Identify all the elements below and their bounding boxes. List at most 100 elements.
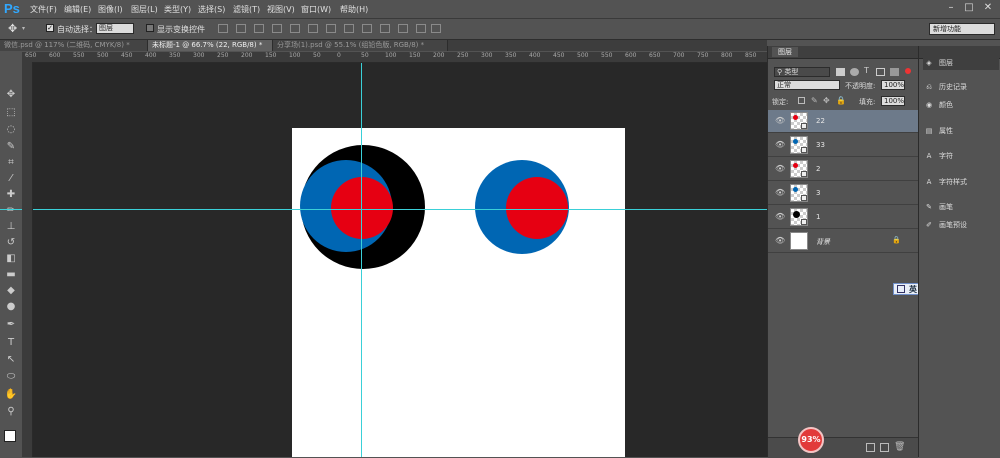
side-item-color[interactable]: ◉ 颜色 xyxy=(923,98,999,112)
hand-tool-icon[interactable]: ✋ xyxy=(4,388,18,402)
gradient-tool-icon[interactable]: ▬ xyxy=(4,268,18,282)
chevron-down-icon[interactable]: ▾ xyxy=(22,25,25,32)
layer-row-33[interactable]: 👁 33 xyxy=(768,134,918,157)
align-hcenter-icon[interactable] xyxy=(290,24,300,33)
distribute-bottom-icon[interactable] xyxy=(362,24,372,33)
distribute-top-icon[interactable] xyxy=(326,24,336,33)
quick-select-tool-icon[interactable]: ✎ xyxy=(4,140,18,154)
eye-icon[interactable]: 👁 xyxy=(775,141,785,149)
crop-tool-icon[interactable]: ⌗ xyxy=(4,156,18,170)
close-button[interactable]: ✕ xyxy=(983,3,993,13)
eye-icon[interactable]: 👁 xyxy=(775,189,785,197)
path-select-tool-icon[interactable]: ↖ xyxy=(4,353,18,367)
align-vcenter-icon[interactable] xyxy=(236,24,246,33)
side-item-brush[interactable]: ✎ 画笔 xyxy=(923,200,999,214)
side-item-character-style[interactable]: A 字符样式 xyxy=(923,175,999,189)
lock-transparent-icon[interactable] xyxy=(798,97,805,104)
filter-adjust-icon[interactable] xyxy=(850,68,859,76)
eye-icon[interactable]: 👁 xyxy=(775,117,785,125)
stamp-tool-icon[interactable]: ⊥ xyxy=(4,220,18,234)
side-item-history[interactable]: ⎌ 历史记录 xyxy=(923,80,999,94)
menu-help[interactable]: 帮助(H) xyxy=(340,4,368,15)
ime-language[interactable]: 英 xyxy=(909,284,917,295)
blend-mode-select[interactable]: 正常 xyxy=(774,80,840,90)
tab-share[interactable]: 分享场(1).psd @ 55.1% (组铅色版, RGB/8) * xyxy=(273,40,448,51)
layer-row-2[interactable]: 👁 2 xyxy=(768,158,918,181)
history-brush-tool-icon[interactable]: ↺ xyxy=(4,236,18,250)
lock-pixels-icon[interactable]: ✎ xyxy=(811,96,818,105)
distribute-vcenter-icon[interactable] xyxy=(344,24,354,33)
align-bottom-icon[interactable] xyxy=(254,24,264,33)
workspace-select[interactable]: 新增功能 xyxy=(929,23,995,35)
pen-tool-icon[interactable]: ✒ xyxy=(4,318,18,332)
menu-edit[interactable]: 编辑(E) xyxy=(64,4,91,15)
auto-select-target-select[interactable]: 图层 xyxy=(96,23,134,34)
vertical-guide[interactable] xyxy=(361,63,362,457)
opacity-field[interactable]: 100% xyxy=(881,80,905,90)
auto-select-checkbox[interactable]: ✓ xyxy=(46,24,54,32)
distribute-hcenter-icon[interactable] xyxy=(398,24,408,33)
menu-window[interactable]: 窗口(W) xyxy=(301,4,331,15)
dodge-tool-icon[interactable]: ● xyxy=(4,300,18,314)
maximize-button[interactable]: □ xyxy=(964,3,974,13)
filter-smart-icon[interactable] xyxy=(890,68,899,76)
delete-layer-icon[interactable]: 🗑 xyxy=(894,442,905,452)
tab-untitled[interactable]: 未标题-1 @ 66.7% (22, RGB/8) * xyxy=(148,40,273,51)
shape-tool-icon[interactable]: ⬭ xyxy=(4,370,18,384)
lock-position-icon[interactable]: ✥ xyxy=(823,96,830,105)
zoom-badge[interactable]: 93% xyxy=(798,427,824,453)
menu-view[interactable]: 视图(V) xyxy=(267,4,295,15)
eyedropper-tool-icon[interactable]: ⁄ xyxy=(4,172,18,186)
fill-field[interactable]: 100% xyxy=(881,96,905,106)
menu-select[interactable]: 选择(S) xyxy=(198,4,225,15)
distribute-right-icon[interactable] xyxy=(416,24,426,33)
menu-filter[interactable]: 滤镜(T) xyxy=(233,4,260,15)
align-top-icon[interactable] xyxy=(218,24,228,33)
filter-shape-icon[interactable] xyxy=(876,68,885,76)
tab-wechat[interactable]: 微信.psd @ 117% (二维码, CMYK/8) * xyxy=(0,40,148,51)
align-right-icon[interactable] xyxy=(308,24,318,33)
foreground-color-swatch[interactable] xyxy=(4,430,16,442)
layer-row-background[interactable]: 👁 背景 🔒 xyxy=(768,230,918,253)
align-left-icon[interactable] xyxy=(272,24,282,33)
red-circle-layer-2[interactable] xyxy=(506,177,568,239)
lock-all-icon[interactable]: 🔒 xyxy=(836,96,846,105)
layers-panel-title[interactable]: 图层 xyxy=(772,47,798,57)
canvas-workspace[interactable] xyxy=(33,63,767,457)
layer-row-3[interactable]: 👁 3 xyxy=(768,182,918,205)
menu-image[interactable]: 图像(I) xyxy=(98,4,123,15)
side-item-layers[interactable]: ◈ 图层 xyxy=(923,56,999,70)
move-tool-icon[interactable]: ✥ xyxy=(4,88,18,102)
show-transform-checkbox[interactable] xyxy=(146,24,154,32)
new-group-icon[interactable] xyxy=(866,443,875,452)
eye-icon[interactable]: 👁 xyxy=(775,165,785,173)
menu-type[interactable]: 类型(Y) xyxy=(164,4,191,15)
eye-icon[interactable]: 👁 xyxy=(775,237,785,245)
blur-tool-icon[interactable]: ◆ xyxy=(4,284,18,298)
lasso-tool-icon[interactable]: ◌ xyxy=(4,123,18,137)
layer-filter-select[interactable]: ⚲ 类型 xyxy=(774,67,830,77)
horizontal-guide[interactable] xyxy=(33,209,767,210)
distribute-left-icon[interactable] xyxy=(380,24,390,33)
minimize-button[interactable]: – xyxy=(946,3,956,13)
auto-align-icon[interactable] xyxy=(431,24,441,33)
move-tool-icon[interactable]: ✥ xyxy=(8,22,17,35)
new-layer-icon[interactable] xyxy=(880,443,889,452)
marquee-tool-icon[interactable]: ⬚ xyxy=(4,106,18,120)
eraser-tool-icon[interactable]: ◧ xyxy=(4,252,18,266)
red-circle-layer[interactable] xyxy=(331,177,393,239)
side-item-properties[interactable]: ▤ 属性 xyxy=(923,124,999,138)
type-tool-icon[interactable]: T xyxy=(4,336,18,350)
filter-type-icon[interactable]: T xyxy=(864,66,869,75)
side-item-brush-preset[interactable]: ✐ 画笔预设 xyxy=(923,218,999,232)
zoom-tool-icon[interactable]: ⚲ xyxy=(4,405,18,419)
healing-tool-icon[interactable]: ✚ xyxy=(4,188,18,202)
layer-row-22[interactable]: 👁 22 xyxy=(768,110,918,133)
menu-layer[interactable]: 图层(L) xyxy=(131,4,158,15)
brush-tool-icon[interactable]: ✏ xyxy=(4,204,18,218)
side-item-character[interactable]: A 字符 xyxy=(923,149,999,163)
layer-row-1[interactable]: 👁 1 xyxy=(768,206,918,229)
filter-pixel-icon[interactable] xyxy=(836,68,845,76)
filter-toggle-icon[interactable] xyxy=(905,68,911,74)
menu-file[interactable]: 文件(F) xyxy=(30,4,57,15)
